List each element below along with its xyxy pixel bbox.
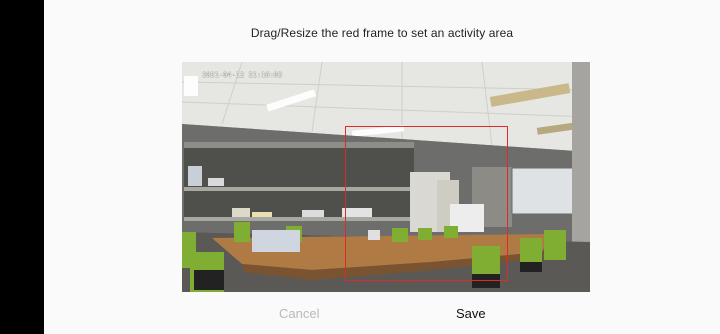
- cancel-button[interactable]: Cancel: [279, 306, 319, 321]
- camera-timestamp: 2021-04-12 21:16:03: [202, 71, 283, 79]
- camera-preview: 2021-04-12 21:16:03: [182, 62, 590, 292]
- left-edge-bar: [0, 0, 44, 334]
- instruction-text: Drag/Resize the red frame to set an acti…: [250, 26, 514, 40]
- save-button[interactable]: Save: [456, 306, 486, 321]
- activity-area-frame[interactable]: [345, 126, 508, 281]
